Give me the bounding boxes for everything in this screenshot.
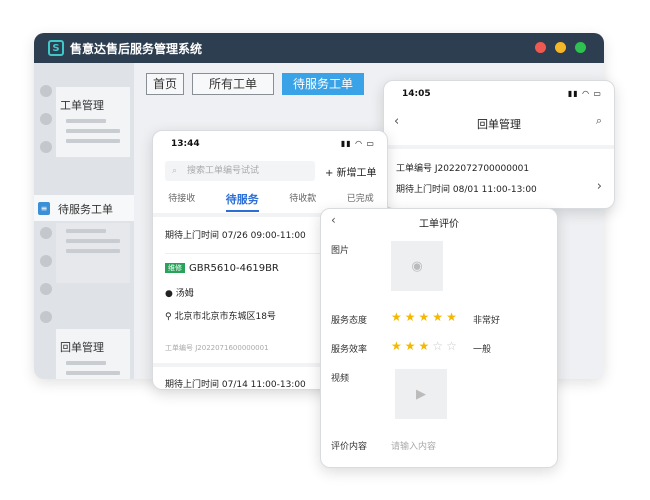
star-icon[interactable]: ★ — [419, 339, 430, 353]
star-icon[interactable]: ★ — [432, 310, 443, 324]
repair-tag: 维修 — [165, 263, 185, 273]
person-icon: ● — [165, 289, 173, 299]
signal-icon: ▮▮ ◠ ▭ — [340, 139, 375, 148]
customer-address: 北京市北京市东城区18号 — [174, 312, 276, 322]
star-empty-icon[interactable]: ☆ — [432, 339, 443, 353]
order-code: GBR5610-4619BR — [189, 263, 279, 274]
window-controls — [535, 42, 586, 53]
picture-label: 图片 — [331, 246, 350, 256]
sidebar-circle-icon — [40, 85, 52, 97]
video-label: 视频 — [331, 374, 350, 384]
efficiency-label: 服务效率 — [331, 345, 368, 355]
status-time: 14:05 — [402, 89, 431, 99]
page-title: 工单评价 — [419, 219, 459, 230]
sidebar-circle-icon — [40, 141, 52, 153]
customer-name: 汤姆 — [175, 289, 194, 299]
video-play-icon[interactable]: ▶ — [395, 369, 447, 419]
chevron-right-icon[interactable]: › — [597, 179, 602, 194]
minimize-dot-icon[interactable] — [555, 42, 566, 53]
add-order-button[interactable]: + 新增工单 — [325, 164, 377, 179]
sidebar-circle-icon — [40, 255, 52, 267]
search-placeholder: 搜索工单编号试试 — [187, 166, 260, 176]
sidebar-item-orders[interactable]: 工单管理 — [60, 97, 104, 113]
subtab-to-receive[interactable]: 待接收 — [168, 191, 195, 212]
attitude-label: 服务态度 — [331, 316, 368, 326]
maximize-dot-icon[interactable] — [575, 42, 586, 53]
star-icon[interactable]: ★ — [405, 310, 416, 324]
order-number: 工单编号 J2022071600000001 — [165, 344, 269, 352]
sidebar: 工单管理 ≡ 待服务工单 回单管理 — [34, 63, 134, 379]
sidebar-circle-icon — [40, 113, 52, 125]
subtab-to-collect[interactable]: 待收款 — [289, 191, 316, 212]
order-code-row: 维修 GBR5610-4619BR — [165, 263, 279, 274]
sidebar-circle-icon — [40, 227, 52, 239]
app-title: 售意达售后服务管理系统 — [70, 41, 203, 56]
content-input[interactable]: 请输入内容 — [391, 439, 436, 452]
signal-icon: ▮▮ ◠ ▭ — [567, 89, 602, 98]
top-tabs: 首页 所有工单 待服务工单 — [146, 73, 365, 95]
app-logo-icon: S — [48, 40, 64, 56]
sidebar-item-returns[interactable]: 回单管理 — [60, 339, 104, 355]
search-input[interactable]: ⌕ 搜索工单编号试试 — [165, 161, 315, 181]
stage: S 售意达售后服务管理系统 工单管理 ≡ 待服务工单 回单管理 首页 所有工单 … — [0, 0, 650, 500]
status-bar: 13:44 ▮▮ ◠ ▭ — [171, 139, 375, 149]
sidebar-item-pending[interactable]: 待服务工单 — [58, 201, 113, 217]
location-icon: ⚲ — [165, 312, 172, 322]
document-icon: ≡ — [38, 202, 50, 215]
attitude-stars[interactable]: ★ ★ ★ ★ ★ — [391, 310, 457, 324]
star-icon[interactable]: ★ — [419, 310, 430, 324]
efficiency-stars[interactable]: ★ ★ ★ ☆ ☆ — [391, 339, 457, 353]
tab-pending-orders[interactable]: 待服务工单 — [282, 73, 365, 95]
phone-evaluation: ‹ 工单评价 图片 ◉ 服务态度 ★ ★ ★ ★ ★ 非常好 服务效率 ★ ★ … — [320, 208, 558, 468]
page-title: 回单管理 — [477, 118, 521, 131]
order-visit-time-2: 期待上门时间 07/14 11:00-13:00 — [165, 380, 306, 390]
sidebar-circle-icon — [40, 311, 52, 323]
visit-time: 期待上门时间 08/01 11:00-13:00 — [396, 185, 537, 195]
order-visit-time: 期待上门时间 07/26 09:00-11:00 — [165, 231, 306, 241]
subtab-to-serve[interactable]: 待服务 — [225, 191, 259, 212]
search-icon: ⌕ — [172, 166, 178, 176]
status-time: 13:44 — [171, 139, 200, 149]
star-empty-icon[interactable]: ☆ — [446, 339, 457, 353]
search-icon[interactable]: ⌕ — [596, 114, 602, 128]
star-icon[interactable]: ★ — [405, 339, 416, 353]
title-bar: S 售意达售后服务管理系统 — [34, 33, 604, 63]
star-icon[interactable]: ★ — [446, 310, 457, 324]
camera-icon[interactable]: ◉ — [391, 241, 443, 291]
close-dot-icon[interactable] — [535, 42, 546, 53]
address-row: ⚲ 北京市北京市东城区18号 — [165, 309, 276, 322]
tab-home[interactable]: 首页 — [146, 73, 185, 95]
customer-row: ● 汤姆 — [165, 286, 194, 299]
content-label: 评价内容 — [331, 442, 368, 452]
status-bar: 14:05 ▮▮ ◠ ▭ — [402, 89, 602, 99]
attitude-text: 非常好 — [473, 316, 501, 326]
sidebar-circle-icon — [40, 283, 52, 295]
tab-all-orders[interactable]: 所有工单 — [192, 73, 275, 95]
star-icon[interactable]: ★ — [391, 310, 402, 324]
phone-returns: 14:05 ▮▮ ◠ ▭ ‹ 回单管理 ⌕ 工单编号 J202207270000… — [383, 80, 615, 209]
star-icon[interactable]: ★ — [391, 339, 402, 353]
order-number: 工单编号 J2022072700000001 — [396, 164, 530, 174]
efficiency-text: 一般 — [473, 345, 492, 355]
